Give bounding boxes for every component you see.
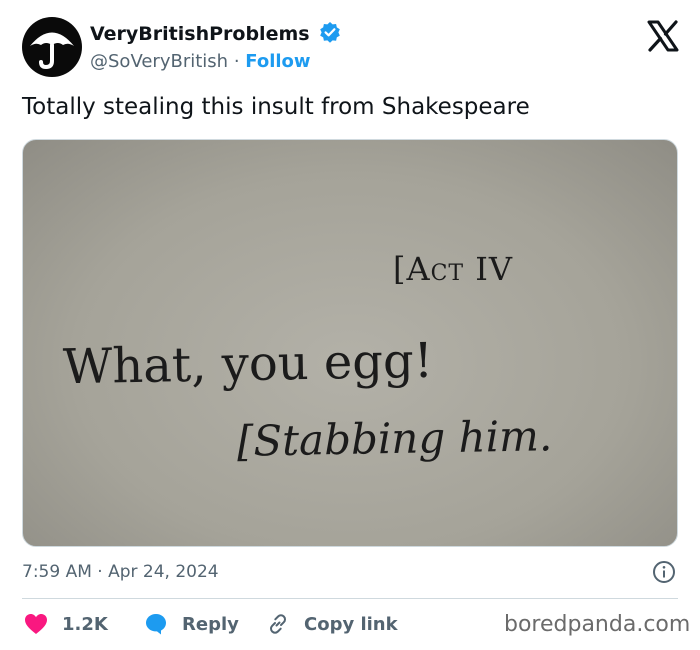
- handle-line: @SoVeryBritish · Follow: [90, 50, 341, 74]
- author-block: VeryBritishProblems @SoVeryBritish · Fol…: [90, 21, 341, 74]
- tweet-time: 7:59 AM: [22, 562, 92, 582]
- watermark: boredpanda.com: [504, 612, 691, 637]
- like-button[interactable]: 1.2K: [24, 610, 108, 638]
- reply-label: Reply: [182, 613, 239, 635]
- author-handle[interactable]: @SoVeryBritish: [90, 51, 228, 72]
- avatar[interactable]: [22, 17, 82, 77]
- handle-separator: ·: [233, 51, 240, 72]
- author-display-name[interactable]: VeryBritishProblems: [90, 22, 310, 46]
- media-line-1: What, you egg!: [62, 332, 434, 396]
- tweet-date: Apr 24, 2024: [108, 562, 219, 582]
- date-separator: ·: [97, 562, 103, 582]
- copy-link-button[interactable]: Copy link: [266, 610, 398, 638]
- info-icon[interactable]: [652, 560, 676, 584]
- media-line-2: [Stabbing him.: [236, 411, 553, 466]
- verified-badge-icon: [319, 21, 341, 47]
- tweet-media-image[interactable]: [Act IV What, you egg! [Stabbing him.: [22, 139, 678, 547]
- tweet-header: VeryBritishProblems @SoVeryBritish · Fol…: [22, 17, 682, 77]
- media-act-heading: [Act IV: [393, 250, 514, 288]
- follow-button[interactable]: Follow: [245, 51, 310, 72]
- x-logo-icon[interactable]: [646, 19, 680, 53]
- tweet-text: Totally stealing this insult from Shakes…: [22, 94, 530, 120]
- reply-button[interactable]: Reply: [144, 610, 239, 638]
- reply-bubble-icon: [146, 614, 166, 635]
- divider: [22, 598, 678, 599]
- tweet-timestamp[interactable]: 7:59 AM · Apr 24, 2024: [22, 560, 219, 584]
- like-count: 1.2K: [62, 613, 108, 635]
- link-icon: [270, 614, 286, 634]
- heart-icon: [25, 614, 47, 634]
- copy-link-label: Copy link: [304, 613, 398, 635]
- umbrella-avatar-icon: [30, 32, 74, 70]
